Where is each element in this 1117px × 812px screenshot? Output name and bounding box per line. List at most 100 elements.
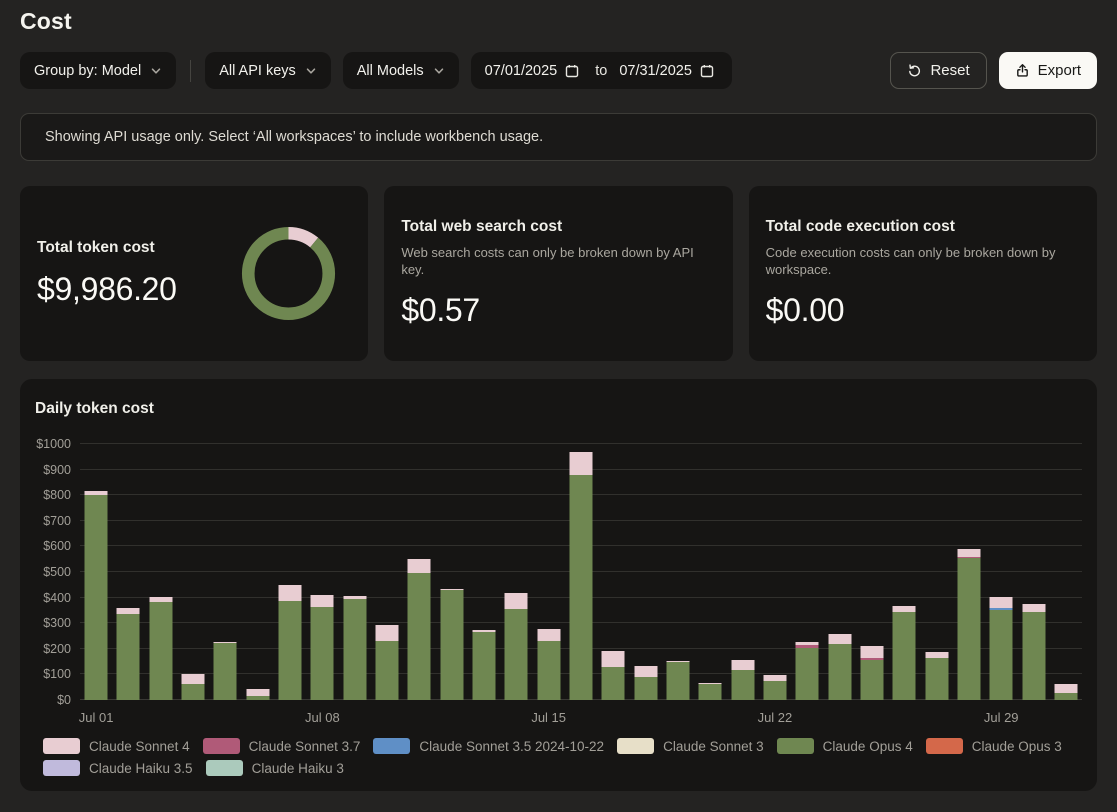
bar-jul-26 <box>893 444 916 700</box>
daily-token-cost-card: Daily token cost $0$100$200$300$400$500$… <box>20 379 1097 791</box>
bar-segment <box>602 667 625 700</box>
bar-segment <box>408 559 431 573</box>
bar-segment <box>1054 693 1077 700</box>
bar-segment <box>925 658 948 700</box>
bar-jul-19 <box>666 444 689 700</box>
bar-segment <box>182 684 205 700</box>
total-token-cost-title: Total token cost <box>37 239 177 257</box>
code-execution-cost-card: Total code execution cost Code execution… <box>749 186 1097 361</box>
reset-icon <box>907 63 922 78</box>
legend-item: Claude Sonnet 3.5 2024-10-22 <box>373 738 604 754</box>
total-token-cost-card: Total token cost $9,986.20 <box>20 186 368 361</box>
usage-info-banner: Showing API usage only. Select ‘All work… <box>20 113 1097 161</box>
bar-segment <box>279 585 302 601</box>
bar-segment <box>570 452 593 475</box>
y-tick-label: $800 <box>43 488 71 502</box>
summary-cards: Total token cost $9,986.20 Total web sea… <box>20 186 1097 361</box>
bar-segment <box>860 660 883 700</box>
y-tick-label: $900 <box>43 463 71 477</box>
bar-jul-16 <box>570 444 593 700</box>
bar-segment <box>1022 612 1045 700</box>
bar-jul-12 <box>440 444 463 700</box>
bar-segment <box>731 670 754 700</box>
y-tick-label: $400 <box>43 591 71 605</box>
y-tick-label: $500 <box>43 565 71 579</box>
page-title: Cost <box>20 8 1097 35</box>
legend-swatch <box>373 738 410 754</box>
bar-segment <box>634 677 657 700</box>
donut-segment <box>249 233 330 314</box>
y-tick-label: $200 <box>43 642 71 656</box>
api-keys-label: All API keys <box>219 63 296 79</box>
legend-label: Claude Opus 3 <box>972 739 1062 754</box>
legend-label: Claude Sonnet 3.5 2024-10-22 <box>419 739 604 754</box>
bar-jul-02 <box>117 444 140 700</box>
legend-item: Claude Opus 3 <box>926 738 1062 754</box>
x-tick-label: Jul 01 <box>79 710 114 725</box>
chevron-down-icon <box>305 65 317 77</box>
legend-swatch <box>43 738 80 754</box>
y-tick-label: $700 <box>43 514 71 528</box>
date-from-input[interactable]: 07/01/2025 <box>485 63 558 79</box>
group-by-label: Group by: Model <box>34 63 141 79</box>
bar-segment <box>634 666 657 677</box>
legend-label: Claude Haiku 3.5 <box>89 761 193 776</box>
web-search-cost-desc: Web search costs can only be broken down… <box>401 245 701 278</box>
bar-jul-09 <box>343 444 366 700</box>
y-tick-label: $0 <box>57 693 71 707</box>
api-keys-dropdown[interactable]: All API keys <box>205 52 331 89</box>
bar-segment <box>85 495 108 700</box>
bar-segment <box>311 595 334 607</box>
bar-jul-23 <box>796 444 819 700</box>
bar-segment <box>1022 604 1045 612</box>
date-to-input[interactable]: 07/31/2025 <box>619 63 692 79</box>
bar-jul-21 <box>731 444 754 700</box>
chart-plot: $0$100$200$300$400$500$600$700$800$900$1… <box>80 444 1082 700</box>
bar-segment <box>505 593 528 610</box>
filter-toolbar: Group by: Model All API keys All Models … <box>20 52 1097 89</box>
bar-segment <box>408 573 431 700</box>
bar-jul-01 <box>85 444 108 700</box>
x-tick-label: Jul 08 <box>305 710 340 725</box>
reset-button[interactable]: Reset <box>890 52 986 89</box>
bar-segment <box>537 641 560 700</box>
group-by-dropdown[interactable]: Group by: Model <box>20 52 176 89</box>
bar-segment <box>893 612 916 700</box>
bar-segment <box>828 644 851 700</box>
date-range-to-label: to <box>595 63 607 79</box>
bar-segment <box>182 674 205 684</box>
bar-segment <box>957 558 980 700</box>
bar-segment <box>602 651 625 666</box>
chart-title: Daily token cost <box>35 400 1082 418</box>
chevron-down-icon <box>150 65 162 77</box>
legend-label: Claude Sonnet 4 <box>89 739 190 754</box>
y-tick-label: $600 <box>43 539 71 553</box>
bar-segment <box>570 475 593 700</box>
bar-jul-11 <box>408 444 431 700</box>
bar-jul-29 <box>990 444 1013 700</box>
bar-jul-15 <box>537 444 560 700</box>
calendar-icon[interactable] <box>565 64 579 78</box>
toolbar-divider <box>190 60 191 82</box>
x-tick-label: Jul 29 <box>984 710 1019 725</box>
web-search-cost-title: Total web search cost <box>401 218 715 236</box>
export-button[interactable]: Export <box>999 52 1097 89</box>
bar-segment <box>279 601 302 700</box>
bar-segment <box>957 549 980 557</box>
calendar-icon[interactable] <box>700 64 714 78</box>
legend-swatch <box>617 738 654 754</box>
code-execution-cost-desc: Code execution costs can only be broken … <box>766 245 1066 278</box>
legend-swatch <box>203 738 240 754</box>
models-dropdown[interactable]: All Models <box>343 52 459 89</box>
total-token-cost-value: $9,986.20 <box>37 271 177 308</box>
bar-segment <box>763 681 786 700</box>
bar-jul-13 <box>473 444 496 700</box>
chart-legend: Claude Sonnet 4Claude Sonnet 3.7Claude S… <box>43 738 1073 776</box>
bar-jul-22 <box>763 444 786 700</box>
bar-segment <box>860 646 883 658</box>
bar-segment <box>214 643 237 700</box>
bar-jul-27 <box>925 444 948 700</box>
y-tick-label: $300 <box>43 616 71 630</box>
bar-jul-05 <box>214 444 237 700</box>
legend-label: Claude Opus 4 <box>823 739 913 754</box>
